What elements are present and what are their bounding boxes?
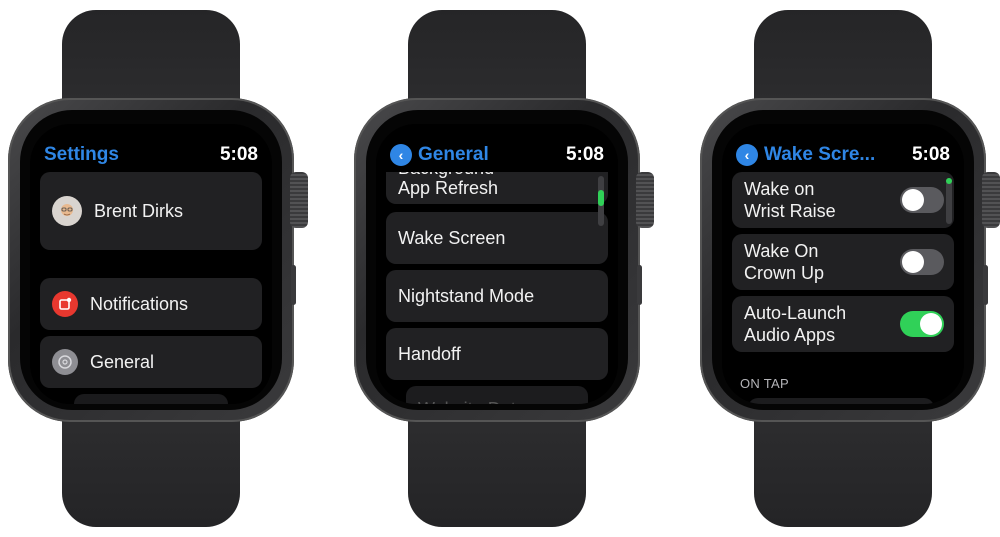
toggle-knob	[920, 313, 942, 335]
toggle-label-line2: Audio Apps	[744, 325, 836, 345]
toggle-knob	[902, 251, 924, 273]
toggle-switch-off[interactable]	[900, 187, 944, 213]
clock-time: 5:08	[219, 144, 258, 165]
item-label: Notifications	[90, 294, 189, 314]
scrollbar[interactable]	[946, 178, 952, 224]
side-button[interactable]	[637, 265, 642, 305]
settings-item-partial[interactable]	[74, 394, 228, 404]
toggle-row-auto-launch-audio-apps[interactable]: Auto-Launch Audio Apps	[732, 296, 954, 352]
screen-header: Settings 5:08	[44, 142, 258, 168]
item-label: Handoff	[398, 344, 461, 364]
memoji-avatar-icon	[52, 196, 82, 226]
side-button[interactable]	[983, 265, 988, 305]
toggle-label-line1: Wake On	[744, 241, 819, 261]
profile-cell[interactable]: Brent Dirks	[40, 172, 262, 250]
toggle-switch-off[interactable]	[900, 249, 944, 275]
nav-back[interactable]: ‹ Wake Scre...	[736, 144, 875, 166]
toggle-label: Auto-Launch Audio Apps	[732, 302, 846, 346]
side-button[interactable]	[291, 265, 296, 305]
watch-screen: Background App Refresh ‹ General 5:08 Wa…	[376, 124, 618, 404]
digital-crown[interactable]	[636, 172, 654, 228]
nav-back[interactable]: ‹ General	[390, 144, 489, 166]
toggle-label-line2: Crown Up	[744, 263, 825, 283]
toggle-knob	[902, 189, 924, 211]
toggle-label-line1: Auto-Launch	[744, 303, 847, 323]
gear-icon	[52, 349, 78, 375]
screen-header: ‹ Wake Scre... 5:08	[736, 142, 950, 168]
watch-settings: Settings 5:08 Brent Dirks Notifications …	[0, 0, 320, 537]
item-label: Nightstand Mode	[398, 286, 535, 306]
settings-item-general[interactable]: General	[40, 336, 262, 388]
scrollbar[interactable]	[598, 176, 604, 226]
clock-time: 5:08	[565, 144, 604, 165]
chevron-left-icon[interactable]: ‹	[736, 144, 758, 166]
page-title: Wake Scre...	[764, 144, 876, 165]
clock-time: 5:08	[911, 144, 950, 165]
section-header: ON TAP	[740, 376, 789, 391]
watch-screen: Settings 5:08 Brent Dirks Notifications …	[30, 124, 272, 404]
item-label: Website Data	[406, 386, 526, 404]
item-label: General	[90, 352, 155, 372]
scrollbar-thumb[interactable]	[598, 190, 604, 206]
general-item-nightstand-mode[interactable]: Nightstand Mode	[386, 270, 608, 322]
screen-header: ‹ General 5:08	[390, 142, 604, 168]
watch-screen: ‹ Wake Scre... 5:08 Wake on Wrist Raise …	[722, 124, 964, 404]
toggle-row-wake-on-crown-up[interactable]: Wake On Crown Up	[732, 234, 954, 290]
toggle-label: Wake On Crown Up	[732, 240, 824, 284]
toggle-label-line2: Wrist Raise	[744, 201, 836, 221]
general-item-handoff[interactable]: Handoff	[386, 328, 608, 380]
profile-name: Brent Dirks	[94, 201, 184, 221]
settings-item-notifications[interactable]: Notifications	[40, 278, 262, 330]
item-label-line2: App Refresh	[398, 178, 499, 198]
page-title: Settings	[44, 144, 119, 165]
toggle-switch-on[interactable]	[900, 311, 944, 337]
chevron-left-icon[interactable]: ‹	[390, 144, 412, 166]
watch-wake-screen: ‹ Wake Scre... 5:08 Wake on Wrist Raise …	[692, 0, 1000, 537]
general-item-website-data[interactable]: Website Data	[406, 386, 588, 404]
watch-general: Background App Refresh ‹ General 5:08 Wa…	[346, 0, 666, 537]
partial-cell[interactable]	[748, 398, 934, 404]
notifications-icon	[52, 291, 78, 317]
digital-crown[interactable]	[982, 172, 1000, 228]
scrollbar-thumb[interactable]	[946, 178, 952, 184]
page-title: General	[418, 144, 489, 165]
digital-crown[interactable]	[290, 172, 308, 228]
toggle-label-line1: Wake on	[744, 179, 815, 199]
general-item-wake-screen[interactable]: Wake Screen	[386, 212, 608, 264]
item-label: Wake Screen	[398, 228, 506, 248]
toggle-row-wake-on-wrist-raise[interactable]: Wake on Wrist Raise	[732, 172, 954, 228]
toggle-label: Wake on Wrist Raise	[732, 178, 836, 222]
